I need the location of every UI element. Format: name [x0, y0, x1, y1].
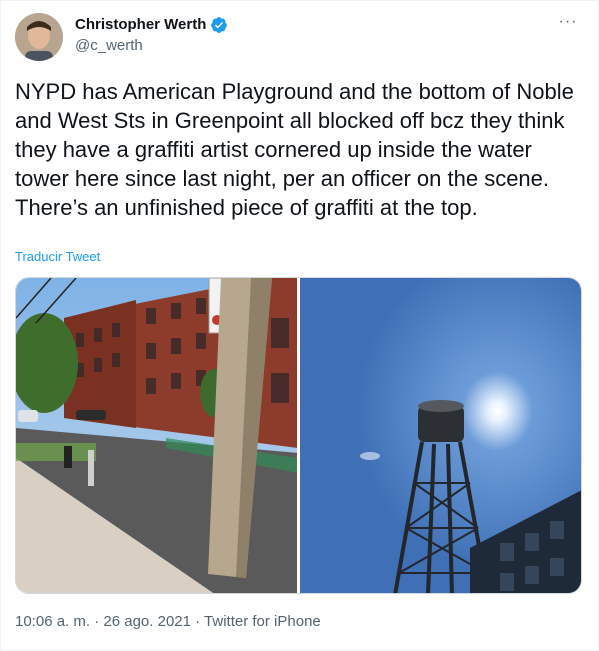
tweet-time[interactable]: 10:06 a. m. — [15, 613, 90, 630]
meta-separator: · — [90, 613, 104, 630]
translate-link[interactable]: Traducir Tweet — [15, 249, 100, 264]
meta-separator: · — [190, 613, 205, 630]
author-handle[interactable]: @c_werth — [75, 36, 228, 56]
name-row: Christopher Werth — [75, 15, 228, 35]
author-name[interactable]: Christopher Werth — [75, 15, 206, 35]
tweet-card: Christopher Werth @c_werth ··· NYPD has … — [0, 0, 599, 651]
avatar[interactable] — [15, 13, 63, 61]
street-scene-image — [16, 278, 297, 593]
media-grid — [15, 277, 582, 594]
photo-water-tower[interactable] — [300, 278, 581, 593]
photo-street[interactable] — [16, 278, 297, 593]
more-icon[interactable]: ··· — [556, 13, 580, 33]
author-block: Christopher Werth @c_werth — [75, 15, 228, 56]
tweet-meta: 10:06 a. m. · 26 ago. 2021 · Twitter for… — [15, 613, 321, 630]
verified-badge-icon — [211, 17, 228, 33]
tweet-text: NYPD has American Playground and the bot… — [15, 79, 574, 220]
tweet-date[interactable]: 26 ago. 2021 — [103, 613, 191, 630]
water-tower-image — [300, 278, 581, 593]
avatar-photo — [15, 13, 63, 61]
tweet-source[interactable]: Twitter for iPhone — [204, 613, 321, 630]
